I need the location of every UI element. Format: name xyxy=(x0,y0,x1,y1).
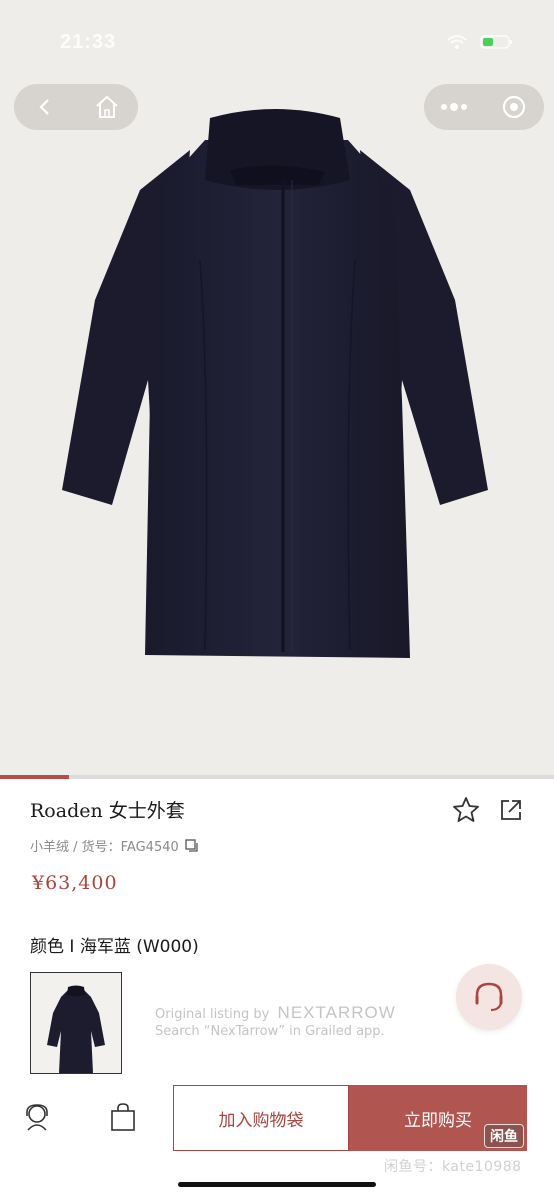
wifi-icon xyxy=(447,35,467,49)
close-button[interactable] xyxy=(494,87,534,127)
status-bar: 21:33 xyxy=(60,30,514,54)
watermark-badge: 闲鱼 xyxy=(484,1124,524,1148)
capsule-menu xyxy=(424,84,544,130)
gallery-progress-fill xyxy=(0,775,70,779)
status-time: 21:33 xyxy=(60,30,117,53)
battery-icon xyxy=(480,35,512,49)
star-icon xyxy=(453,797,479,822)
close-icon xyxy=(502,95,526,119)
home-icon xyxy=(96,95,118,118)
color-swatch-thumbnail[interactable] xyxy=(30,972,122,1074)
gallery-progress xyxy=(0,775,554,779)
listing-prefix: Original listing by xyxy=(155,1007,270,1022)
bottom-action-bar: 加入购物袋 立即购买 闲鱼 闲鱼号：kate10988 xyxy=(0,1082,554,1200)
customer-service-button[interactable] xyxy=(456,964,522,1030)
share-icon xyxy=(501,800,521,820)
favorite-button[interactable] xyxy=(451,795,481,825)
headset-icon xyxy=(475,982,503,1012)
thumbnail-coat-image xyxy=(47,985,105,1073)
service-button[interactable] xyxy=(20,1100,54,1134)
more-button[interactable] xyxy=(434,87,474,127)
shopping-bag-button[interactable] xyxy=(106,1100,140,1134)
listing-brand: NEXTARROW xyxy=(277,1003,396,1022)
status-icons xyxy=(446,34,514,50)
copy-icon[interactable] xyxy=(185,838,199,853)
color-label: 颜色 I 海军蓝 (W000) xyxy=(30,937,199,957)
material-sku: 小羊绒 / 货号：FAG4540 xyxy=(30,840,179,855)
back-icon xyxy=(39,99,49,115)
shopping-bag-icon xyxy=(111,1103,135,1131)
customer-service-icon xyxy=(26,1104,48,1131)
watermark-text: 闲鱼号：kate10988 xyxy=(384,1159,522,1175)
more-icon xyxy=(441,103,467,111)
home-indicator[interactable] xyxy=(178,1182,376,1187)
add-to-cart-button[interactable]: 加入购物袋 xyxy=(173,1085,349,1151)
home-button[interactable] xyxy=(87,87,127,127)
back-button[interactable] xyxy=(25,87,65,127)
product-price: ¥63,400 xyxy=(32,872,118,894)
listing-search-text: Search “NexTarrow” in Grailed app. xyxy=(155,1024,385,1039)
product-title: Roaden 女士外套 xyxy=(30,800,185,822)
share-button[interactable] xyxy=(496,795,526,825)
nav-pill xyxy=(14,84,138,130)
product-image-area[interactable]: 21:33 xyxy=(0,0,554,775)
listing-watermark: Original listing by NEXTARROW Search “Ne… xyxy=(155,1004,396,1040)
product-subtitle: 小羊绒 / 货号：FAG4540 xyxy=(30,836,199,855)
